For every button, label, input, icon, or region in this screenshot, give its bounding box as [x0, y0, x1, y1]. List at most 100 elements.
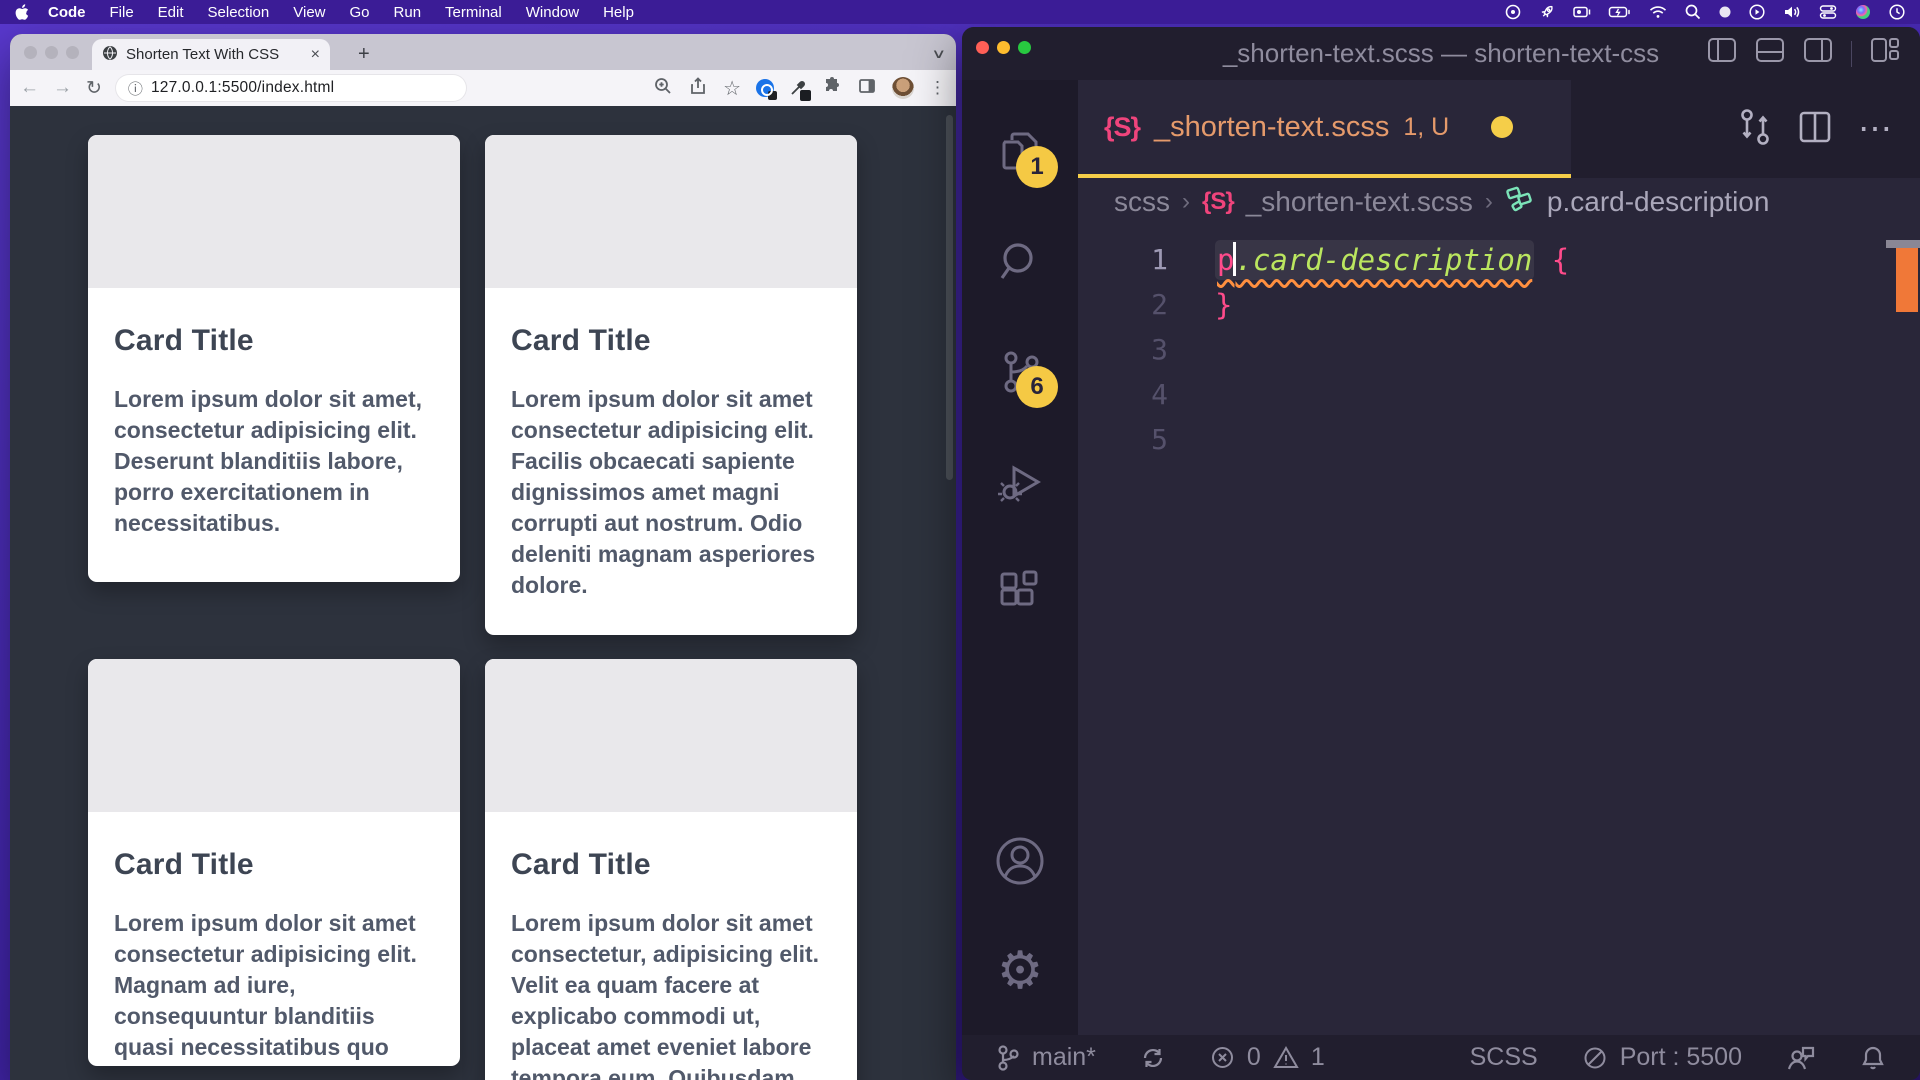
toggle-sidebar-icon[interactable]: [1707, 37, 1737, 70]
clock-icon[interactable]: [1888, 3, 1906, 21]
split-editor-icon[interactable]: [1798, 110, 1832, 149]
card-image-placeholder: [88, 135, 460, 288]
language-mode[interactable]: SCSS: [1470, 1043, 1538, 1072]
git-branch-item[interactable]: main*: [996, 1043, 1096, 1072]
menu-item-run[interactable]: Run: [394, 4, 422, 21]
reload-icon[interactable]: ↻: [86, 77, 102, 100]
code-line[interactable]: 1 p.card-description {: [1078, 237, 1920, 282]
menu-item-view[interactable]: View: [293, 4, 325, 21]
selector-highlight: p.card-description: [1215, 240, 1534, 280]
problems-item[interactable]: 0 1: [1210, 1043, 1325, 1072]
symbol-icon: [1505, 183, 1535, 220]
side-panel-icon[interactable]: [857, 76, 877, 101]
vscode-window: _shorten-text.scss — shorten-text-css 1: [962, 27, 1920, 1080]
vscode-title-bar: _shorten-text.scss — shorten-text-css: [962, 27, 1920, 80]
card: Card Title Lorem ipsum dolor sit amet co…: [485, 659, 857, 1080]
card-image-placeholder: [485, 135, 857, 288]
sync-changes-item[interactable]: [1140, 1045, 1166, 1071]
tab-overflow-chevron-icon[interactable]: ∨: [932, 46, 947, 62]
layout-controls: [1707, 27, 1900, 80]
source-control-badge: 6: [1016, 366, 1058, 408]
eyedropper-extension-icon[interactable]: [789, 79, 807, 97]
address-bar[interactable]: ⓘ 127.0.0.1:5500/index.html: [116, 75, 466, 101]
port-label: Port : 5500: [1620, 1043, 1742, 1072]
extensions-puzzle-icon[interactable]: [822, 76, 842, 101]
zoom-icon[interactable]: [653, 76, 673, 101]
share-icon[interactable]: [688, 76, 708, 101]
target-icon[interactable]: [1504, 3, 1522, 21]
breadcrumb-folder[interactable]: scss: [1114, 186, 1170, 218]
line-number: 2: [1078, 288, 1178, 321]
search-view-icon[interactable]: [992, 234, 1048, 290]
apple-logo-icon[interactable]: [14, 4, 30, 20]
accounts-icon[interactable]: [992, 833, 1048, 889]
profile-avatar[interactable]: [892, 77, 914, 99]
code-line[interactable]: 2 }: [1078, 282, 1920, 327]
code-line[interactable]: 4: [1078, 372, 1920, 417]
menu-item-terminal[interactable]: Terminal: [445, 4, 502, 21]
control-center-icon[interactable]: [1818, 3, 1838, 21]
notifications-bell-icon[interactable]: [1860, 1044, 1886, 1072]
url-text[interactable]: 127.0.0.1:5500/index.html: [151, 79, 334, 97]
screen-record-icon[interactable]: [1572, 3, 1592, 21]
toggle-secondary-sidebar-icon[interactable]: [1803, 37, 1833, 70]
back-icon[interactable]: ←: [20, 77, 39, 99]
menu-item-go[interactable]: Go: [350, 4, 370, 21]
record-dot-icon[interactable]: [1718, 5, 1732, 19]
activity-bar: 1 6 ⚙: [962, 80, 1078, 1035]
play-circle-icon[interactable]: [1748, 3, 1766, 21]
unsaved-changes-dot[interactable]: [1491, 116, 1513, 138]
battery-icon[interactable]: [1608, 3, 1632, 21]
code-line[interactable]: 3: [1078, 327, 1920, 372]
error-count: 0: [1247, 1043, 1261, 1072]
site-info-icon[interactable]: ⓘ: [128, 78, 143, 99]
page-scrollbar[interactable]: [946, 115, 953, 480]
password-extension-icon[interactable]: [756, 79, 774, 97]
live-server-port-item[interactable]: Port : 5500: [1582, 1043, 1742, 1072]
customize-layout-icon[interactable]: [1870, 37, 1900, 70]
card: Card Title Lorem ipsum dolor sit amet, c…: [88, 135, 460, 582]
code-line[interactable]: 5: [1078, 417, 1920, 462]
new-tab-button[interactable]: +: [358, 43, 370, 66]
search-icon[interactable]: [1684, 3, 1702, 21]
code-editor[interactable]: 1 p.card-description { 2 } 3 4 5: [1078, 225, 1920, 1035]
tab-close-icon[interactable]: ×: [311, 46, 320, 64]
breadcrumb-file[interactable]: _shorten-text.scss: [1246, 186, 1473, 218]
explorer-icon[interactable]: 1: [992, 124, 1048, 180]
scss-file-icon: {S}: [1202, 188, 1234, 216]
menu-item-file[interactable]: File: [110, 4, 134, 21]
menu-item-selection[interactable]: Selection: [208, 4, 270, 21]
menu-item-help[interactable]: Help: [603, 4, 634, 21]
menu-item-edit[interactable]: Edit: [158, 4, 184, 21]
browser-window-controls[interactable]: [24, 46, 79, 59]
card-image-placeholder: [88, 659, 460, 812]
breadcrumb-symbol[interactable]: p.card-description: [1547, 186, 1770, 218]
rocket-icon[interactable]: [1538, 3, 1556, 21]
toolbar-right-icons: ☆ ⋮: [653, 76, 946, 101]
open-changes-icon[interactable]: [1738, 107, 1772, 152]
card-title: Card Title: [511, 848, 831, 882]
code-token-tag: p: [1217, 243, 1234, 277]
menu-item-window[interactable]: Window: [526, 4, 579, 21]
siri-icon[interactable]: [1854, 3, 1872, 21]
more-actions-icon[interactable]: ⋯: [1858, 109, 1894, 149]
vscode-window-title: _shorten-text.scss — shorten-text-css: [1223, 38, 1659, 69]
volume-icon[interactable]: [1782, 3, 1802, 21]
browser-tab[interactable]: Shorten Text With CSS ×: [92, 39, 330, 70]
browser-menu-icon[interactable]: ⋮: [929, 78, 946, 98]
editor-tab[interactable]: {S} _shorten-text.scss 1, U: [1078, 80, 1571, 178]
menu-app-name[interactable]: Code: [48, 4, 86, 21]
bookmark-star-icon[interactable]: ☆: [723, 76, 741, 101]
feedback-icon[interactable]: [1786, 1044, 1816, 1072]
run-debug-icon[interactable]: [992, 454, 1048, 510]
toggle-panel-icon[interactable]: [1755, 37, 1785, 70]
wifi-icon[interactable]: [1648, 3, 1668, 21]
desktop: Code File Edit Selection View Go Run Ter…: [0, 0, 1920, 1080]
settings-gear-icon[interactable]: ⚙: [992, 943, 1048, 999]
card-description: Lorem ipsum dolor sit amet consectetur a…: [511, 384, 831, 601]
source-control-icon[interactable]: 6: [992, 344, 1048, 400]
overview-ruler-warning-marker: [1896, 248, 1918, 312]
vscode-window-controls[interactable]: [976, 41, 1031, 54]
forward-icon[interactable]: →: [53, 77, 72, 99]
extensions-icon[interactable]: [992, 564, 1048, 620]
